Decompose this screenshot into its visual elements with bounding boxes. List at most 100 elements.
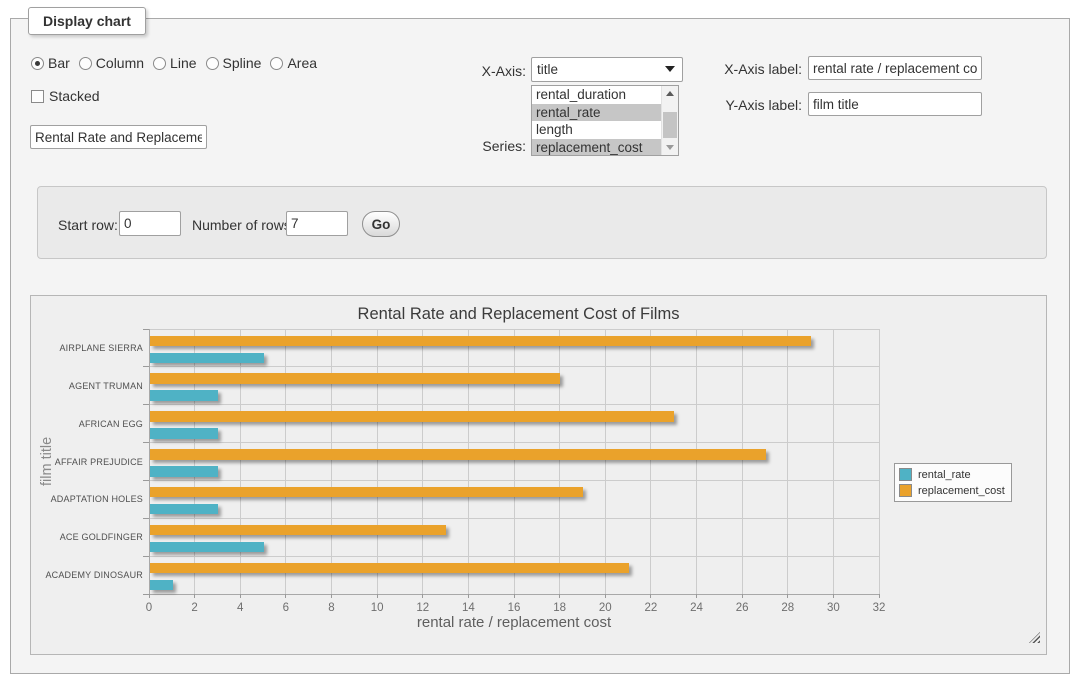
x-tick-mark bbox=[833, 594, 834, 598]
radio-spline[interactable]: Spline bbox=[206, 55, 262, 71]
radio-line-icon[interactable] bbox=[153, 57, 166, 70]
radio-bar-icon[interactable] bbox=[31, 57, 44, 70]
gridline-vertical bbox=[879, 329, 880, 594]
chart-type-radio-group: Bar Column Line Spline Area bbox=[31, 55, 317, 71]
rows-panel bbox=[37, 186, 1047, 259]
chart-title-input[interactable] bbox=[30, 125, 207, 149]
gridline-vertical bbox=[833, 329, 834, 594]
chevron-down-icon bbox=[665, 66, 675, 72]
x-axis-label-label: X-Axis label: bbox=[718, 61, 802, 77]
chart-x-axis-title: rental rate / replacement cost bbox=[149, 614, 879, 631]
radio-spline-icon[interactable] bbox=[206, 57, 219, 70]
scroll-up-icon[interactable] bbox=[662, 86, 678, 101]
radio-column[interactable]: Column bbox=[79, 55, 144, 71]
stacked-checkbox[interactable] bbox=[31, 90, 44, 103]
gridline-vertical bbox=[605, 329, 606, 594]
go-button[interactable]: Go bbox=[362, 211, 400, 237]
x-tick-mark bbox=[422, 594, 423, 598]
start-row-input[interactable] bbox=[119, 211, 181, 236]
x-axis-select[interactable]: title bbox=[531, 57, 683, 82]
x-tick-mark bbox=[559, 594, 560, 598]
series-label: Series: bbox=[446, 138, 526, 154]
bar-replacement_cost bbox=[150, 487, 583, 498]
x-tick-mark bbox=[605, 594, 606, 598]
radio-line-label: Line bbox=[170, 55, 196, 71]
series-option-replacement_cost[interactable]: replacement_cost bbox=[532, 139, 661, 156]
gridline-horizontal bbox=[149, 480, 879, 481]
gridline-vertical bbox=[194, 329, 195, 594]
y-axis-label-input[interactable] bbox=[808, 92, 982, 116]
series-option-length[interactable]: length bbox=[532, 121, 661, 139]
gridline-vertical bbox=[742, 329, 743, 594]
gridline-vertical bbox=[240, 329, 241, 594]
gridline-horizontal bbox=[149, 366, 879, 367]
y-tick-mark bbox=[143, 480, 149, 481]
chart-plot-area bbox=[149, 329, 879, 594]
bar-rental_rate bbox=[150, 428, 218, 439]
x-tick-label: 0 bbox=[134, 602, 164, 614]
series-option-rental_duration[interactable]: rental_duration bbox=[532, 86, 661, 104]
start-row-label: Start row: bbox=[58, 217, 118, 233]
radio-area-icon[interactable] bbox=[270, 57, 283, 70]
x-tick-label: 4 bbox=[225, 602, 255, 614]
x-tick-mark bbox=[879, 594, 880, 598]
gridline-vertical bbox=[696, 329, 697, 594]
x-tick-label: 32 bbox=[864, 602, 894, 614]
legend-label: replacement_cost bbox=[918, 485, 1005, 497]
bar-replacement_cost bbox=[150, 373, 560, 384]
gridline-vertical bbox=[331, 329, 332, 594]
scrollbar-thumb[interactable] bbox=[663, 112, 677, 138]
series-scrollbar[interactable] bbox=[661, 86, 678, 155]
stacked-checkbox-row[interactable]: Stacked bbox=[31, 88, 100, 104]
x-tick-label: 16 bbox=[499, 602, 529, 614]
y-tick-mark bbox=[143, 366, 149, 367]
x-tick-label: 22 bbox=[636, 602, 666, 614]
y-tick-mark bbox=[143, 404, 149, 405]
radio-column-label: Column bbox=[96, 55, 144, 71]
x-tick-label: 18 bbox=[545, 602, 575, 614]
radio-line[interactable]: Line bbox=[153, 55, 196, 71]
y-tick-mark bbox=[143, 329, 149, 330]
x-tick-mark bbox=[514, 594, 515, 598]
y-axis-line bbox=[149, 329, 150, 594]
radio-area[interactable]: Area bbox=[270, 55, 317, 71]
series-options: rental_durationrental_ratelengthreplacem… bbox=[532, 86, 661, 155]
category-label: AIRPLANE SIERRA bbox=[39, 343, 143, 353]
x-tick-label: 26 bbox=[727, 602, 757, 614]
gridline-horizontal bbox=[149, 556, 879, 557]
gridline-vertical bbox=[468, 329, 469, 594]
bar-rental_rate bbox=[150, 390, 218, 401]
bar-rental_rate bbox=[150, 466, 218, 477]
series-listbox[interactable]: rental_durationrental_ratelengthreplacem… bbox=[531, 85, 679, 156]
gridline-horizontal bbox=[149, 518, 879, 519]
radio-area-label: Area bbox=[287, 55, 317, 71]
num-rows-input[interactable] bbox=[286, 211, 348, 236]
x-tick-mark bbox=[240, 594, 241, 598]
y-tick-mark bbox=[143, 556, 149, 557]
legend-label: rental_rate bbox=[918, 469, 971, 481]
x-tick-mark bbox=[742, 594, 743, 598]
x-tick-label: 12 bbox=[408, 602, 438, 614]
series-option-rental_rate[interactable]: rental_rate bbox=[532, 104, 661, 122]
scroll-down-icon[interactable] bbox=[662, 140, 678, 155]
x-tick-label: 28 bbox=[773, 602, 803, 614]
gridline-vertical bbox=[285, 329, 286, 594]
bar-replacement_cost bbox=[150, 449, 766, 460]
radio-bar[interactable]: Bar bbox=[31, 55, 70, 71]
resize-grip-icon[interactable] bbox=[1029, 632, 1040, 643]
bar-replacement_cost bbox=[150, 563, 629, 574]
radio-column-icon[interactable] bbox=[79, 57, 92, 70]
x-tick-label: 24 bbox=[682, 602, 712, 614]
x-tick-label: 30 bbox=[818, 602, 848, 614]
x-tick-mark bbox=[377, 594, 378, 598]
x-tick-mark bbox=[696, 594, 697, 598]
x-tick-mark bbox=[650, 594, 651, 598]
gridline-horizontal bbox=[149, 404, 879, 405]
gridline-horizontal bbox=[149, 442, 879, 443]
bar-replacement_cost bbox=[150, 525, 446, 536]
category-label: ACADEMY DINOSAUR bbox=[39, 570, 143, 580]
x-axis-label-input[interactable] bbox=[808, 56, 982, 80]
x-tick-label: 10 bbox=[362, 602, 392, 614]
radio-bar-label: Bar bbox=[48, 55, 70, 71]
gridline-vertical bbox=[787, 329, 788, 594]
